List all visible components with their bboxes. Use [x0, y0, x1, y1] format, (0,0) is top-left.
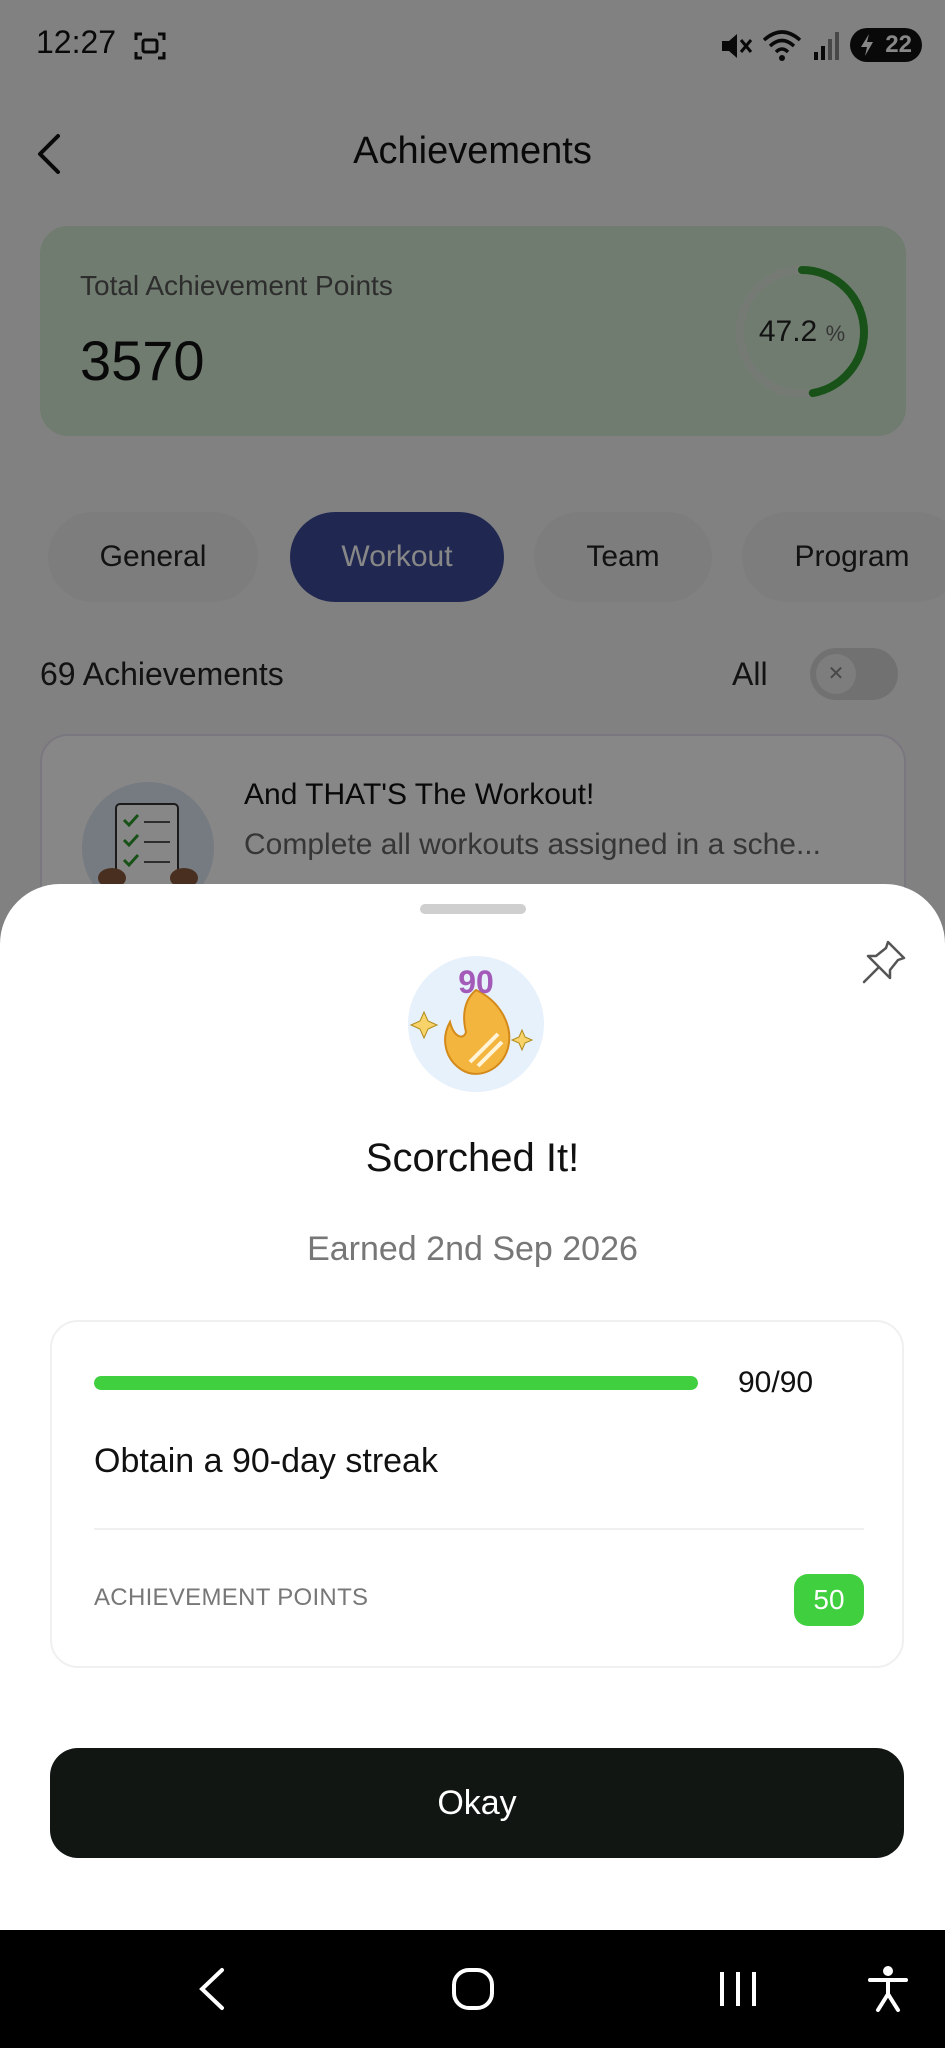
achievement-points-label: ACHIEVEMENT POINTS — [94, 1584, 369, 1611]
badge-number: 90 — [458, 964, 494, 1000]
flame-badge-icon: 90 — [406, 954, 546, 1094]
achievement-requirement: Obtain a 90-day streak — [94, 1442, 438, 1480]
system-nav-bar — [0, 1930, 945, 2048]
nav-home-icon[interactable] — [450, 1964, 496, 2014]
nav-back-icon[interactable] — [192, 1964, 232, 2014]
achievement-detail-sheet: 90 Scorched It! Earned 2nd Sep 2026 90/9… — [0, 884, 945, 1930]
progress-bar-fill — [94, 1376, 698, 1390]
progress-count: 90/90 — [738, 1366, 814, 1399]
divider — [94, 1528, 864, 1530]
earned-date: Earned 2nd Sep 2026 — [307, 1230, 638, 1268]
progress-bar — [94, 1376, 698, 1390]
achievement-points-badge: 50 — [794, 1574, 864, 1626]
sheet-drag-handle[interactable] — [420, 904, 526, 914]
accessibility-icon[interactable] — [866, 1964, 910, 2014]
okay-button[interactable]: Okay — [50, 1748, 904, 1858]
pin-icon[interactable] — [858, 936, 910, 988]
nav-recents-icon[interactable] — [716, 1964, 760, 2014]
achievement-detail-card: 90/90 Obtain a 90-day streak ACHIEVEMENT… — [50, 1320, 904, 1668]
achievement-detail-title: Scorched It! — [365, 1136, 580, 1180]
